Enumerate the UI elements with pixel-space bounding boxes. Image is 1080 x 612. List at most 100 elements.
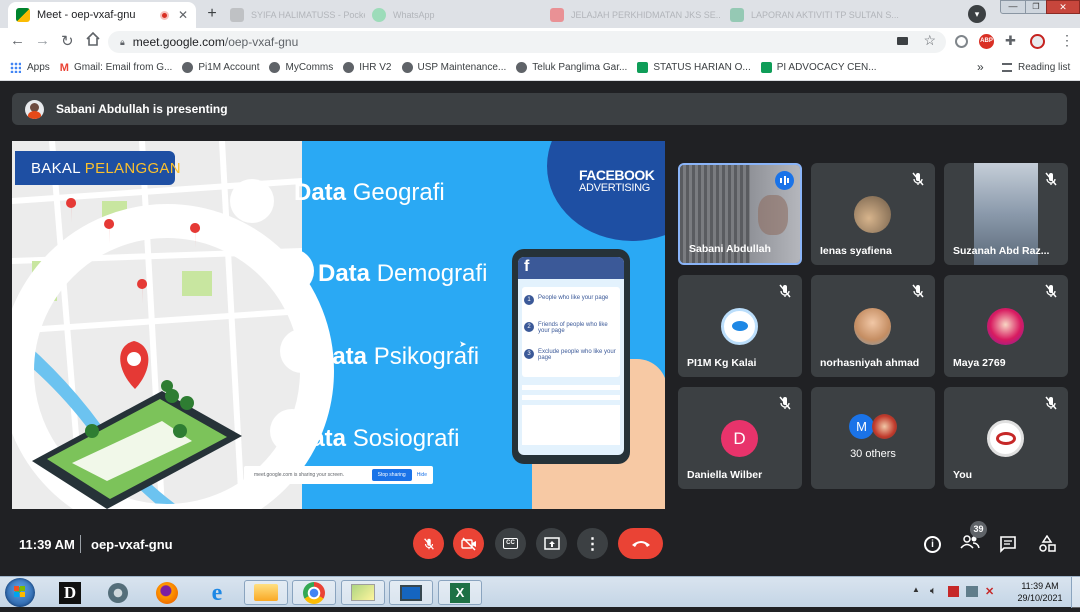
bookmark-usp[interactable]: USP Maintenance... — [401, 62, 506, 73]
mic-off-icon — [779, 396, 791, 410]
avatar — [721, 308, 758, 345]
sheets-icon — [760, 62, 772, 73]
camera-toggle-button[interactable] — [453, 528, 484, 559]
back-button[interactable]: ← — [10, 32, 25, 49]
avatar — [854, 308, 891, 345]
participant-tile[interactable]: Ienas syafiena — [811, 163, 935, 265]
others-tile[interactable]: M 30 others — [811, 387, 935, 489]
new-tab-button[interactable]: + — [203, 5, 221, 23]
close-tab-icon[interactable]: ✕ — [178, 8, 188, 22]
self-tile[interactable]: You — [944, 387, 1068, 489]
bookmark-status[interactable]: STATUS HARIAN O... — [637, 62, 751, 73]
taskbar-excel[interactable]: X — [438, 580, 482, 605]
share-notice-text: meet.google.com is sharing your screen. — [254, 472, 345, 478]
participant-name: Ienas syafiena — [820, 245, 892, 257]
tab-search-button[interactable]: ▾ — [968, 5, 986, 23]
taskbar-remote[interactable] — [389, 580, 433, 605]
participant-name: Suzanah Abd Raz... — [953, 245, 1050, 257]
taskbar-explorer[interactable] — [244, 580, 288, 605]
reload-button[interactable]: ↻ — [61, 32, 74, 50]
windows-taskbar: D e X ▲ 🔈︎ ✕ 11:39 AM 29/10/2021 — [0, 576, 1080, 608]
tab-jelajah[interactable]: JELAJAH PERKHIDMATAN JKS SE... — [550, 2, 720, 28]
meeting-code: oep-vxaf-gnu — [91, 537, 173, 552]
participant-tile[interactable]: PI1M Kg Kalai — [678, 275, 802, 377]
tab-pocket[interactable]: SYIFA HALIMATUSS - Pocket P... — [230, 2, 365, 28]
slide-item-geografi: Data Geografi — [294, 179, 445, 207]
volume-icon[interactable]: 🔈︎ — [930, 585, 937, 598]
tab-label: LAPORAN AKTIVITI TP SULTAN S... — [751, 10, 899, 20]
slide-item-demografi: Data Demografi — [318, 260, 487, 288]
present-now-button[interactable] — [536, 528, 567, 559]
network-icon[interactable] — [966, 586, 978, 597]
restore-button[interactable]: ❐ — [1025, 0, 1047, 14]
shared-screen: BAKAL PELANGGAN FACEBOOK ADVERTISING Dat… — [12, 141, 665, 509]
bookmark-gmail[interactable]: M Gmail: Email from G... — [60, 62, 173, 74]
adblock-icon[interactable]: ABP — [979, 34, 994, 49]
mic-off-icon — [912, 284, 924, 298]
tray-app-icon[interactable] — [948, 586, 959, 597]
avatar — [854, 196, 891, 233]
globe-icon — [343, 62, 355, 73]
bookmark-advocacy[interactable]: PI ADVOCACY CEN... — [760, 62, 877, 73]
stop-sharing-button[interactable]: Stop sharing — [371, 469, 412, 481]
translate-icon[interactable] — [955, 35, 968, 48]
meet-stage: Sabani Abdullah is presenting BAKAL PELA… — [0, 81, 1080, 576]
gear-app-icon — [108, 582, 128, 603]
more-options-button[interactable]: ⋮ — [577, 528, 608, 559]
captions-button[interactable]: CC — [495, 528, 526, 559]
people-button[interactable]: 39 — [960, 521, 987, 553]
mic-toggle-button[interactable] — [413, 528, 444, 559]
start-button[interactable] — [5, 578, 35, 607]
participant-tile[interactable]: Suzanah Abd Raz... — [944, 163, 1068, 265]
action-center-icon[interactable]: ✕ — [985, 585, 994, 598]
participant-tile[interactable]: Sabani Abdullah — [678, 163, 802, 265]
minimize-button[interactable]: — — [1000, 0, 1026, 14]
avatar-initial: M — [849, 414, 874, 439]
bookmark-star-icon[interactable]: ☆ — [923, 32, 936, 49]
close-window-button[interactable]: ✕ — [1046, 0, 1080, 14]
tab-laporan[interactable]: LAPORAN AKTIVITI TP SULTAN S... — [730, 2, 905, 28]
avatar — [987, 308, 1024, 345]
avatar — [872, 414, 897, 439]
participant-tile[interactable]: norhasniyah ahmad — [811, 275, 935, 377]
extension-logo-icon[interactable] — [1030, 34, 1045, 49]
globe-icon — [269, 62, 281, 73]
tab-whatsapp[interactable]: WhatsApp — [372, 2, 512, 28]
bookmark-mycomms[interactable]: MyComms — [269, 62, 333, 73]
mic-off-icon — [1045, 396, 1057, 410]
hide-button[interactable]: Hide — [417, 472, 427, 478]
address-bar[interactable]: 🔒︎ meet.google.com /oep-vxaf-gnu ☆ — [108, 31, 946, 53]
tab-meet[interactable]: Meet - oep-vxaf-gnu ✕ — [8, 2, 196, 28]
leave-call-button[interactable] — [618, 528, 663, 559]
tray-clock[interactable]: 11:39 AM 29/10/2021 — [1010, 580, 1070, 604]
bookmark-ihr[interactable]: IHR V2 — [343, 62, 392, 73]
present-icon — [543, 536, 560, 550]
reading-list-button[interactable]: Reading list — [1002, 62, 1070, 73]
taskbar-app-settings[interactable] — [96, 580, 140, 605]
taskbar-firefox[interactable] — [145, 580, 189, 605]
bookmark-pi1m[interactable]: Pi1M Account — [182, 62, 259, 73]
extensions-icon[interactable]: ✚ — [1005, 33, 1016, 49]
activities-button[interactable] — [1038, 534, 1056, 553]
slide-item-psikografi: Data Psikografi — [315, 343, 479, 371]
taskbar-ie[interactable]: e — [195, 580, 239, 605]
camera-icon[interactable] — [897, 37, 908, 45]
bookmark-label: PI ADVOCACY CEN... — [776, 62, 877, 73]
bookmark-teluk[interactable]: Teluk Panglima Gar... — [516, 62, 627, 73]
home-button[interactable] — [86, 31, 100, 47]
meeting-details-button[interactable]: i — [924, 536, 941, 553]
forward-button[interactable]: → — [35, 32, 50, 49]
bookmark-apps[interactable]: Apps — [10, 62, 50, 73]
show-desktop-button[interactable] — [1071, 577, 1080, 608]
photos-icon — [351, 584, 375, 601]
participant-tile[interactable]: Maya 2769 — [944, 275, 1068, 377]
chat-button[interactable] — [999, 535, 1017, 553]
taskbar-photos[interactable] — [341, 580, 385, 605]
participant-tile[interactable]: D Daniella Wilber — [678, 387, 802, 489]
taskbar-app-dictionary[interactable]: D — [48, 580, 92, 605]
show-hidden-icons[interactable]: ▲ — [912, 585, 920, 594]
menu-icon[interactable]: ⋮ — [1060, 32, 1074, 49]
more-bookmarks-button[interactable]: » — [977, 60, 984, 74]
taskbar-chrome[interactable] — [292, 580, 336, 605]
tab-favicon-icon — [230, 8, 244, 22]
